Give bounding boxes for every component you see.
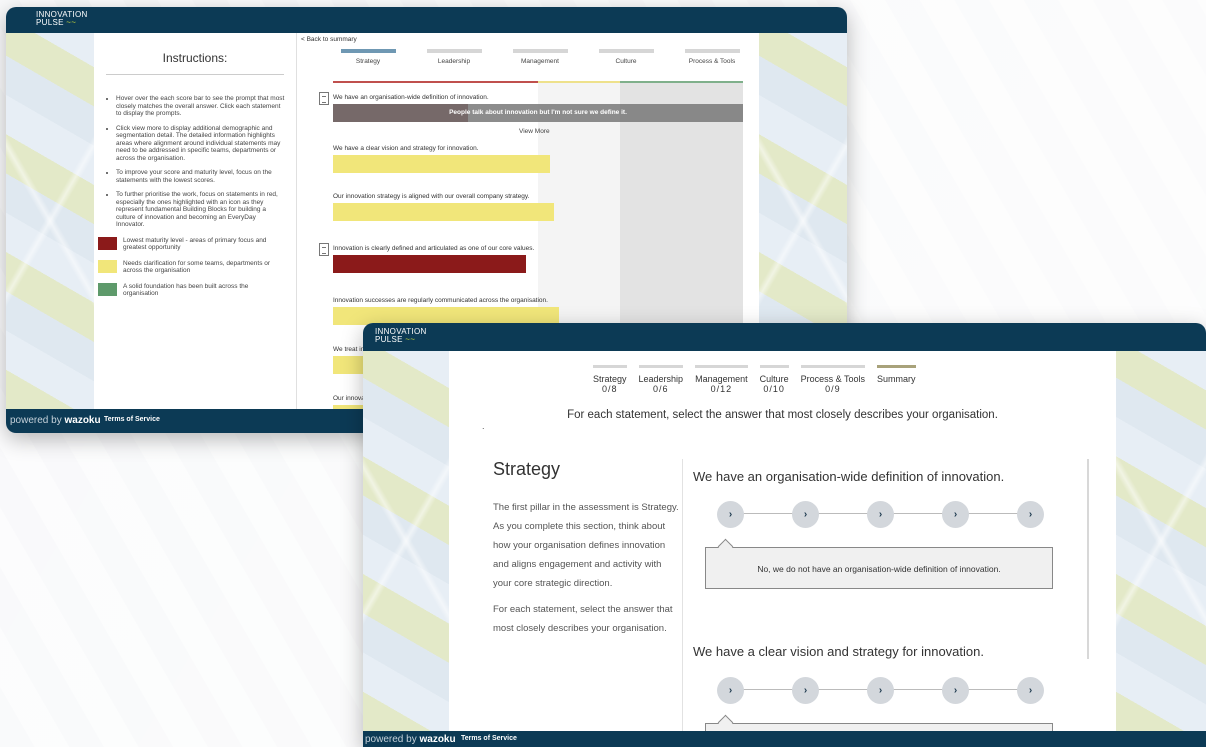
answer-option-2[interactable]: ›: [792, 501, 819, 528]
statement-text[interactable]: Innovation successes are regularly commu…: [333, 297, 548, 304]
question-text: We have an organisation-wide definition …: [693, 469, 1005, 484]
statement-text[interactable]: Innovation is clearly defined and articu…: [333, 245, 534, 252]
document-icon: [319, 92, 329, 105]
instruction-item: To further prioritise the work, focus on…: [116, 191, 286, 229]
score-tooltip: People talk about innovation but I'm not…: [333, 104, 743, 122]
score-bar[interactable]: [333, 255, 526, 273]
tab-management[interactable]: Management: [497, 49, 583, 65]
pillar-progress-tabs: Strategy 0/8 Leadership 0/6 Management 0/12…: [587, 365, 922, 394]
answer-option-4[interactable]: ›: [942, 501, 969, 528]
innovation-pulse-logo[interactable]: INNOVATION PULSE ~~: [36, 11, 88, 27]
answer-option-4[interactable]: ›: [942, 677, 969, 704]
answer-scale: › › › › ›: [717, 677, 1044, 704]
legend-text: Lowest maturity level - areas of primary…: [123, 236, 267, 252]
tab-leadership[interactable]: Leadership: [411, 49, 497, 65]
statement-text[interactable]: We treat in: [333, 346, 364, 353]
dot-marker: .: [482, 421, 485, 431]
tab-culture[interactable]: Culture: [583, 49, 669, 65]
answer-option-3[interactable]: ›: [867, 677, 894, 704]
legend-text: Needs clarification for some teams, depa…: [123, 259, 271, 275]
side-pattern-left: [6, 33, 94, 409]
pulse-wave-icon: ~~: [66, 18, 77, 27]
instruction-prompt: For each statement, select the answer th…: [567, 409, 998, 421]
section-instruction: For each statement, select the answer th…: [493, 604, 673, 634]
score-bar[interactable]: [333, 203, 554, 221]
section-title: Strategy: [493, 459, 561, 479]
legend-swatch-yellow: [98, 259, 117, 273]
section-description: The first pillar in the assessment is St…: [493, 502, 679, 589]
instructions-list: Hover over the each score bar to see the…: [116, 95, 286, 229]
tab-culture[interactable]: Culture 0/10: [754, 365, 795, 394]
score-bar[interactable]: [333, 155, 550, 173]
answer-option-5[interactable]: ›: [1017, 501, 1044, 528]
legend: Lowest maturity level - areas of primary…: [98, 236, 296, 298]
view-more-link[interactable]: View More: [519, 128, 550, 135]
answer-option-1[interactable]: ›: [717, 501, 744, 528]
answer-option-1[interactable]: ›: [717, 677, 744, 704]
tab-management[interactable]: Management 0/12: [689, 365, 754, 394]
header-bar: INNOVATION PULSE ~~: [6, 7, 847, 33]
instructions-title: Instructions:: [106, 51, 284, 75]
statement-text[interactable]: We have a clear vision and strategy for …: [333, 145, 479, 152]
side-pattern-right: [1116, 351, 1206, 731]
question-list: We have an organisation-wide definition …: [682, 459, 1089, 747]
side-pattern-left: [363, 351, 449, 731]
instruction-item: Click view more to display additional de…: [116, 125, 286, 163]
powered-by[interactable]: powered by wazoku: [365, 734, 456, 745]
terms-of-service-link[interactable]: Terms of Service: [461, 735, 517, 742]
answer-option-5[interactable]: ›: [1017, 677, 1044, 704]
section-intro: Strategy The first pillar in the assessm…: [493, 459, 679, 645]
legend-item-red: Lowest maturity level - areas of primary…: [98, 236, 296, 252]
tab-process-tools[interactable]: Process & Tools 0/9: [795, 365, 871, 394]
legend-swatch-red: [98, 236, 117, 250]
answer-scale: › › › › ›: [717, 501, 1044, 528]
instructions-panel: Instructions: Hover over the each score …: [94, 33, 297, 409]
statement-text[interactable]: Our innova: [333, 395, 365, 402]
powered-by[interactable]: powered by wazoku: [10, 415, 101, 426]
legend-item-yellow: Needs clarification for some teams, depa…: [98, 259, 296, 275]
document-icon: [319, 243, 329, 256]
question-text: We have a clear vision and strategy for …: [693, 644, 984, 659]
tab-strategy[interactable]: Strategy: [325, 49, 411, 65]
legend-swatch-green: [98, 282, 117, 296]
statement-text[interactable]: We have an organisation-wide definition …: [333, 94, 489, 101]
instruction-item: Hover over the each score bar to see the…: [116, 95, 286, 118]
terms-of-service-link[interactable]: Terms of Service: [104, 416, 160, 423]
tab-leadership[interactable]: Leadership 0/6: [633, 365, 690, 394]
footer: powered by wazoku Terms of Service: [363, 731, 1206, 747]
tab-summary[interactable]: Summary: [871, 365, 922, 394]
instruction-item: To improve your score and maturity level…: [116, 169, 286, 184]
statement-text[interactable]: Our innovation strategy is aligned with …: [333, 193, 529, 200]
pulse-wave-icon: ~~: [405, 335, 416, 344]
tab-process-tools[interactable]: Process & Tools: [669, 49, 755, 65]
assessment-window: INNOVATION PULSE ~~ Strategy 0/8 Leadersh…: [363, 323, 1206, 747]
answer-option-2[interactable]: ›: [792, 677, 819, 704]
legend-text: A solid foundation has been built across…: [123, 282, 249, 298]
legend-item-green: A solid foundation has been built across…: [98, 282, 296, 298]
innovation-pulse-logo[interactable]: INNOVATION PULSE ~~: [375, 328, 427, 344]
answer-option-3[interactable]: ›: [867, 501, 894, 528]
scrollbar[interactable]: [1087, 459, 1089, 659]
header-bar: INNOVATION PULSE ~~: [363, 323, 1206, 351]
tab-strategy[interactable]: Strategy 0/8: [587, 365, 633, 394]
pillar-tabs: Strategy Leadership Management Culture P…: [325, 49, 755, 65]
back-to-summary-link[interactable]: < Back to summary: [301, 36, 357, 43]
assessment-panel: Strategy 0/8 Leadership 0/6 Management 0/12…: [449, 351, 1116, 747]
answer-tooltip: No, we do not have an organisation-wide …: [705, 547, 1053, 589]
